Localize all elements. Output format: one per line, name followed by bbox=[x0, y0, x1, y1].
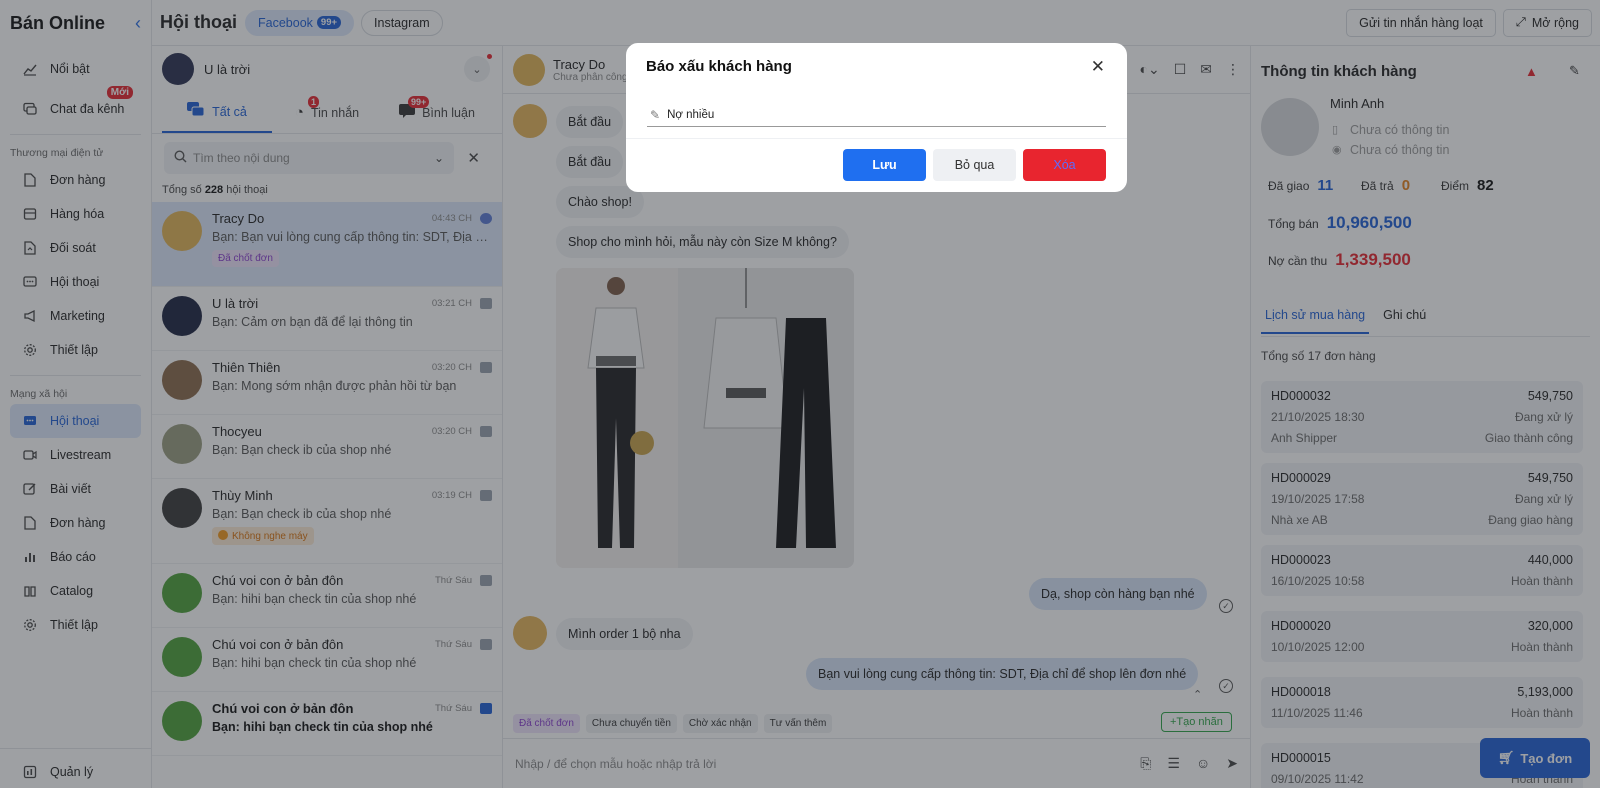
close-icon[interactable]: ✕ bbox=[1091, 57, 1105, 77]
pencil-icon: ✎ bbox=[650, 107, 661, 122]
delete-button[interactable]: Xóa bbox=[1023, 149, 1106, 181]
reason-field[interactable]: ✎ Nợ nhiều bbox=[647, 103, 1106, 127]
reason-value: Nợ nhiều bbox=[667, 108, 715, 121]
save-button[interactable]: Lưu bbox=[843, 149, 926, 181]
report-customer-dialog: Báo xấu khách hàng ✕ ✎ Nợ nhiều Lưu Bỏ q… bbox=[626, 43, 1127, 192]
divider bbox=[626, 138, 1127, 139]
skip-button[interactable]: Bỏ qua bbox=[933, 149, 1016, 181]
dialog-title: Báo xấu khách hàng bbox=[646, 58, 792, 75]
